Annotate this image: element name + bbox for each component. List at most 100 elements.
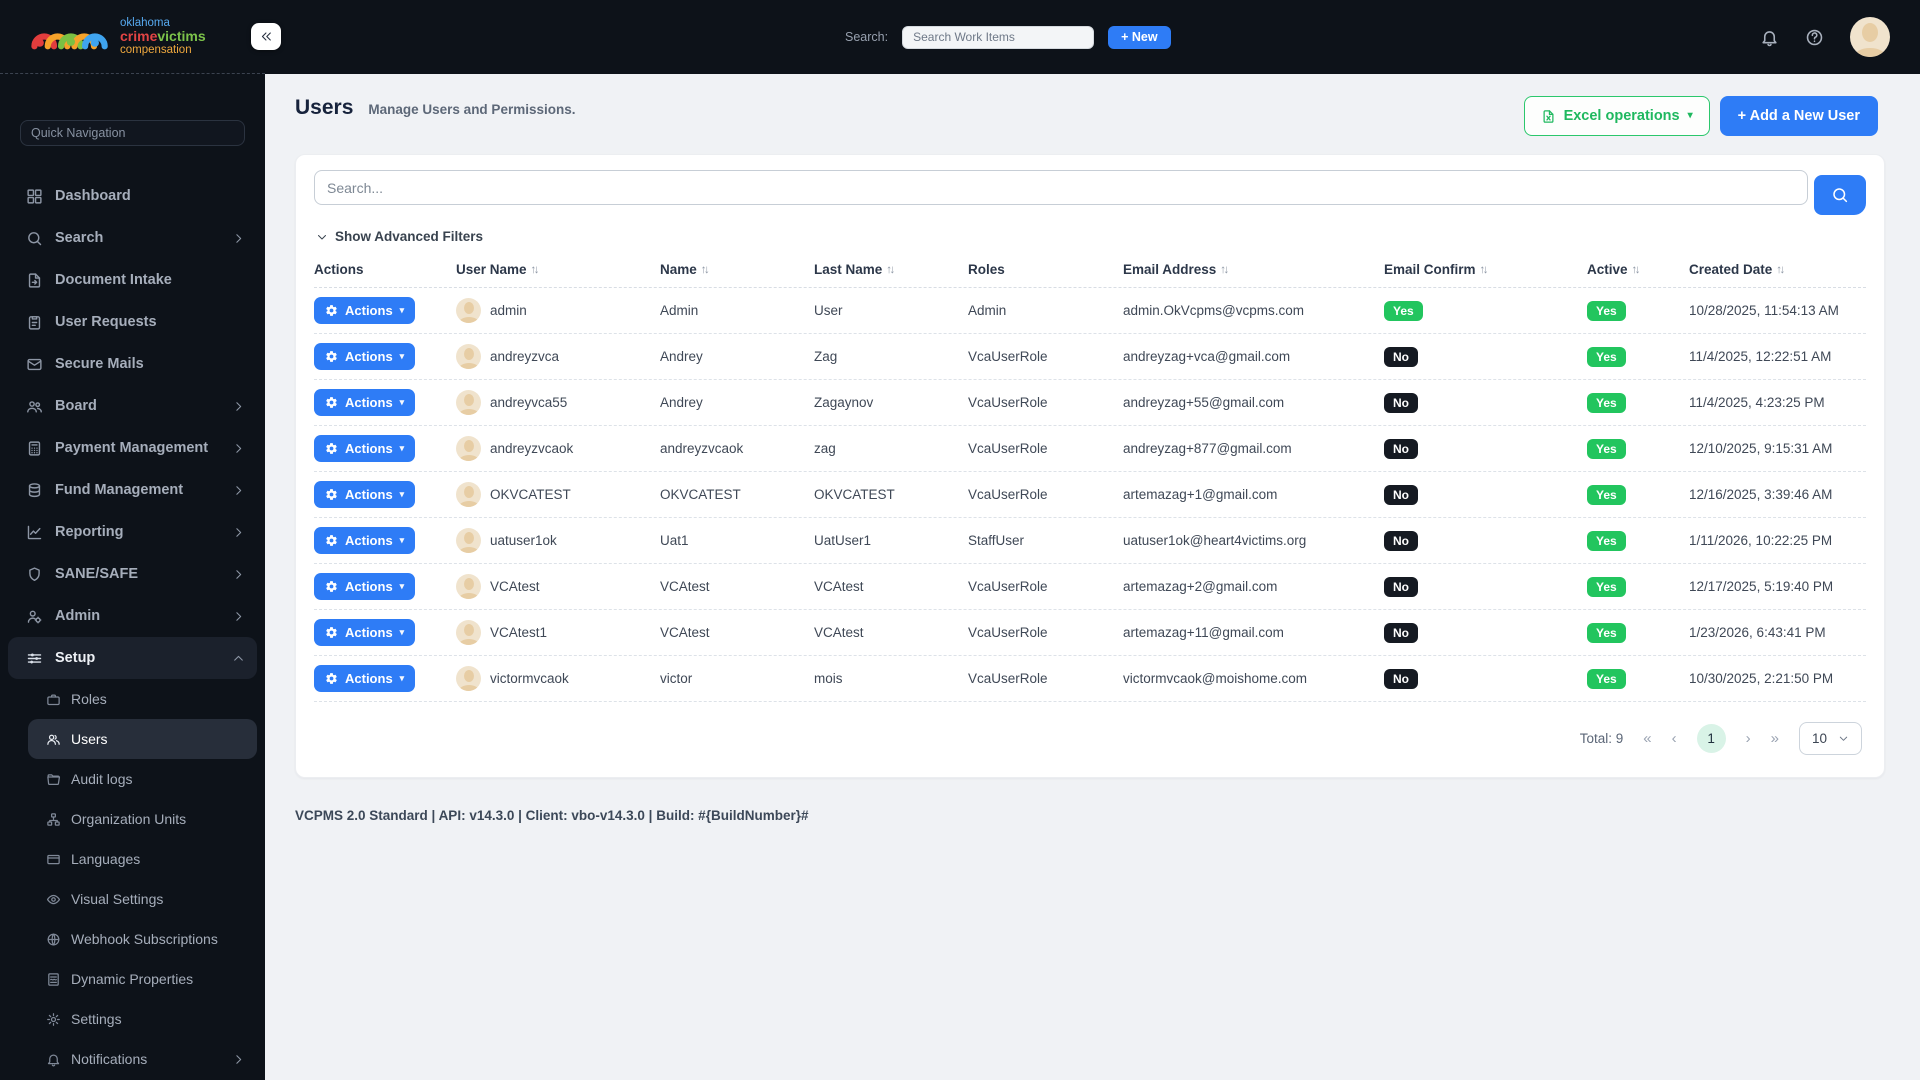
sidebar-item-document-intake[interactable]: Document Intake — [8, 259, 257, 301]
sidebar-item-admin[interactable]: Admin — [8, 595, 257, 637]
pagination-last-button[interactable]: » — [1771, 730, 1779, 747]
chevron-up-icon — [232, 652, 245, 665]
table-row: Actions ▾ OKVCATEST OKVCATEST OKVCATEST VcaUs… — [314, 472, 1866, 518]
sidebar-item-label: Setup — [55, 650, 96, 666]
sidebar-item-users[interactable]: Users — [28, 719, 257, 759]
column-header-user-name[interactable]: User Name ↑↓ — [456, 262, 660, 277]
table-row: Actions ▾ uatuser1ok Uat1 UatUser1 StaffUser u… — [314, 518, 1866, 564]
column-header-email-address[interactable]: Email Address ↑↓ — [1123, 262, 1384, 277]
sidebar-item-user-requests[interactable]: User Requests — [8, 301, 257, 343]
chevron-right-icon — [232, 232, 245, 245]
add-new-user-button[interactable]: + Add a New User — [1719, 96, 1878, 136]
sidebar-item-label: Document Intake — [55, 272, 172, 288]
sidebar-item-label: Admin — [55, 608, 101, 624]
sidebar-item-sane-safe[interactable]: SANE/SAFE — [8, 553, 257, 595]
pagination-current-page[interactable]: 1 — [1696, 724, 1726, 753]
column-header-last-name[interactable]: Last Name ↑↓ — [814, 262, 968, 277]
cell-email: andreyzag+877@gmail.com — [1123, 441, 1292, 456]
row-actions-button[interactable]: Actions ▾ — [314, 665, 416, 692]
email-confirm-badge: Yes — [1384, 300, 1423, 321]
table-search-input[interactable] — [314, 170, 1808, 205]
sidebar-item-notifications[interactable]: Notifications — [28, 1039, 257, 1079]
quick-navigation-input[interactable] — [20, 120, 245, 146]
sidebar-item-reporting[interactable]: Reporting — [8, 511, 257, 553]
sidebar-item-dashboard[interactable]: Dashboard — [8, 175, 257, 217]
active-badge: Yes — [1587, 576, 1626, 597]
cell-email: artemazag+1@gmail.com — [1123, 487, 1278, 502]
email-confirm-badge: No — [1384, 530, 1418, 551]
sidebar-item-setup[interactable]: Setup — [8, 637, 257, 679]
cell-name: VCAtest — [660, 625, 710, 640]
pagination-next-button[interactable]: › — [1746, 730, 1751, 747]
cell-last-name: UatUser1 — [814, 533, 872, 548]
sidebar-item-roles[interactable]: Roles — [28, 679, 257, 719]
table-row: Actions ▾ admin Admin User Admin admin.OkVcpms… — [314, 288, 1866, 334]
user-avatar[interactable] — [1850, 17, 1890, 57]
sidebar-item-audit-logs[interactable]: Audit logs — [28, 759, 257, 799]
row-actions-button[interactable]: Actions ▾ — [314, 481, 416, 508]
email-confirm-badge: No — [1384, 346, 1418, 367]
excel-operations-button[interactable]: Excel operations ▾ — [1523, 96, 1710, 136]
column-header-active[interactable]: Active ↑↓ — [1587, 262, 1689, 277]
column-header-roles: Roles — [968, 262, 1005, 277]
sidebar-item-languages[interactable]: Languages — [28, 839, 257, 879]
sidebar-item-label: Secure Mails — [55, 356, 144, 372]
sidebar-item-settings[interactable]: Settings — [28, 999, 257, 1039]
webhooks-icon — [46, 932, 61, 947]
pagination-first-button[interactable]: « — [1643, 730, 1651, 747]
cell-last-name: User — [814, 303, 843, 318]
sidebar-collapse-button[interactable] — [251, 23, 281, 50]
new-work-item-button[interactable]: + New — [1108, 25, 1171, 49]
help-icon[interactable] — [1805, 28, 1824, 47]
row-actions-button[interactable]: Actions ▾ — [314, 527, 416, 554]
cell-last-name: zag — [814, 441, 836, 456]
sidebar-item-label: Dashboard — [55, 188, 131, 204]
row-avatar — [456, 298, 481, 323]
caret-down-icon: ▾ — [399, 443, 405, 453]
sidebar: oklahoma crimevictims compensation Dashb… — [0, 0, 265, 1080]
settings-icon — [46, 1012, 61, 1027]
row-actions-button[interactable]: Actions ▾ — [314, 619, 416, 646]
row-actions-button[interactable]: Actions ▾ — [314, 343, 416, 370]
gear-icon — [325, 304, 338, 317]
chevron-down-icon — [316, 231, 328, 243]
row-actions-button[interactable]: Actions ▾ — [314, 297, 416, 324]
cell-role: Admin — [968, 303, 1007, 318]
row-actions-button[interactable]: Actions ▾ — [314, 389, 416, 416]
cell-role: StaffUser — [968, 533, 1025, 548]
bell-icon[interactable] — [1760, 28, 1779, 47]
sidebar-item-search[interactable]: Search — [8, 217, 257, 259]
sidebar-item-webhook-subscriptions[interactable]: Webhook Subscriptions — [28, 919, 257, 959]
active-badge: Yes — [1587, 392, 1626, 413]
sidebar-item-label: SANE/SAFE — [55, 566, 138, 582]
sort-arrows-icon: ↑↓ — [1479, 263, 1489, 276]
show-advanced-filters-toggle[interactable]: Show Advanced Filters — [316, 229, 483, 244]
column-header-created-date[interactable]: Created Date ↑↓ — [1689, 262, 1866, 277]
sidebar-item-board[interactable]: Board — [8, 385, 257, 427]
column-header-email-confirm[interactable]: Email Confirm ↑↓ — [1384, 262, 1587, 277]
page-subtitle: Manage Users and Permissions. — [368, 102, 576, 117]
cell-role: VcaUserRole — [968, 671, 1048, 686]
column-header-name[interactable]: Name ↑↓ — [660, 262, 814, 277]
table-search-button[interactable] — [1814, 175, 1866, 215]
cell-name: OKVCATEST — [660, 487, 741, 502]
sidebar-item-secure-mails[interactable]: Secure Mails — [8, 343, 257, 385]
sidebar-item-payment-management[interactable]: Payment Management — [8, 427, 257, 469]
excel-file-icon — [1541, 109, 1556, 124]
sidebar-item-visual-settings[interactable]: Visual Settings — [28, 879, 257, 919]
global-search-input[interactable] — [902, 25, 1095, 49]
table-row: Actions ▾ VCAtest VCAtest VCAtest VcaUserRole… — [314, 564, 1866, 610]
page-size-select[interactable]: 10 — [1798, 722, 1862, 755]
row-actions-button[interactable]: Actions ▾ — [314, 435, 416, 462]
users-card: Show Advanced Filters Actions User Name↑↓… — [295, 154, 1885, 778]
pagination-prev-button[interactable]: ‹ — [1672, 730, 1677, 747]
active-badge: Yes — [1587, 484, 1626, 505]
cell-user-name: andreyzvcaok — [490, 441, 574, 456]
sidebar-item-dynamic-properties[interactable]: Dynamic Properties — [28, 959, 257, 999]
row-actions-button[interactable]: Actions ▾ — [314, 573, 416, 600]
sidebar-item-organization-units[interactable]: Organization Units — [28, 799, 257, 839]
dynamic-properties-icon — [46, 972, 61, 987]
cell-name: Admin — [660, 303, 699, 318]
active-badge: Yes — [1587, 300, 1626, 321]
sidebar-item-fund-management[interactable]: Fund Management — [8, 469, 257, 511]
